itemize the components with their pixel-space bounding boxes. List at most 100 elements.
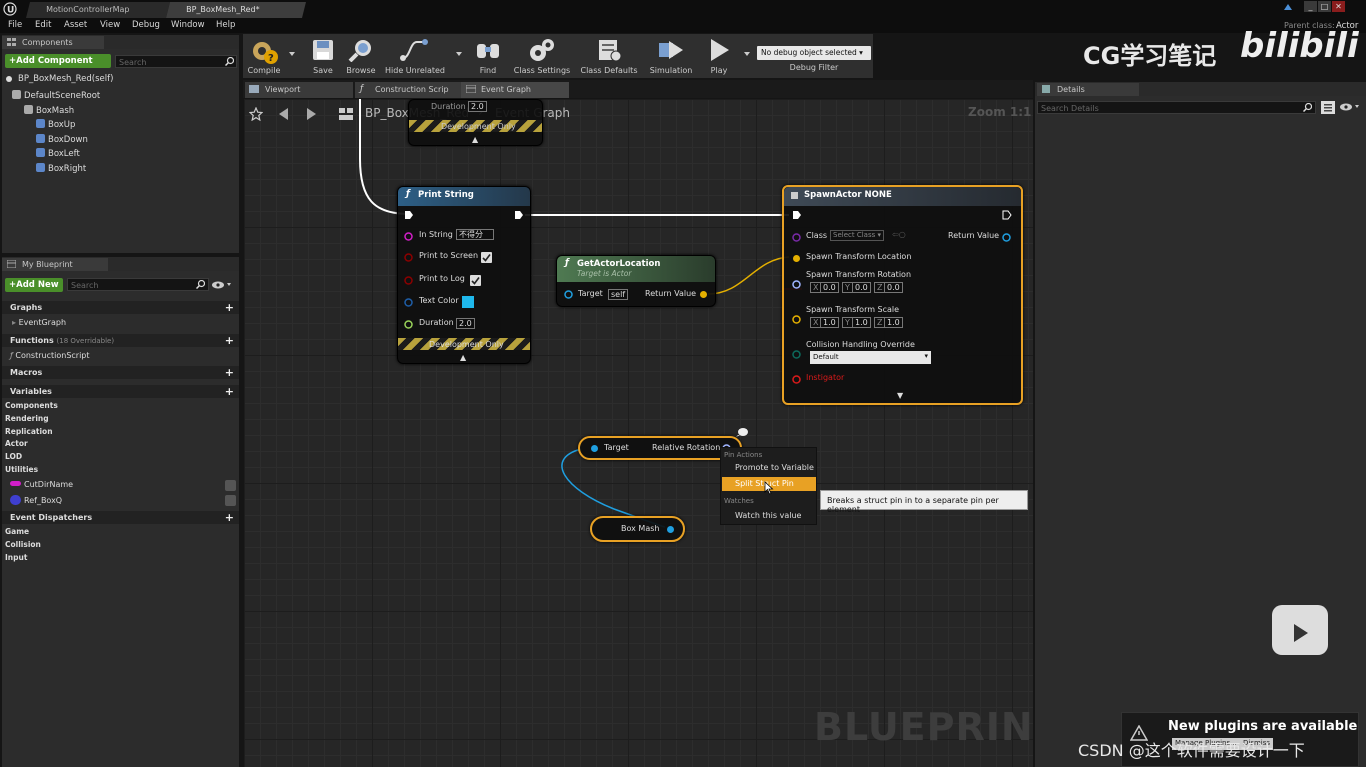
variable-item[interactable]: CutDirName <box>10 479 236 493</box>
in-string-value[interactable]: 不得分 <box>456 229 494 240</box>
component-item[interactable]: BoxLeft <box>36 148 80 159</box>
get-actor-location-node[interactable]: GetActorLocation Target is Actor ƒ Targe… <box>556 255 716 307</box>
object-out-pin-icon[interactable] <box>1002 233 1011 242</box>
relative-rotation-node[interactable]: Target Relative Rotation <box>578 436 742 460</box>
minimize-button[interactable]: _ <box>1304 1 1317 12</box>
actor-pin-icon[interactable] <box>792 375 801 384</box>
exec-out-pin-icon[interactable] <box>1002 210 1012 220</box>
color-pin-icon[interactable] <box>404 298 413 307</box>
graphs-category[interactable]: Graphs + <box>2 301 239 314</box>
x-value-field[interactable]: 1.0 <box>820 317 839 328</box>
details-search-input[interactable]: Search Details <box>1037 101 1316 114</box>
collapse-arrow-icon[interactable]: ▼ <box>897 391 903 400</box>
variable-visibility-icon[interactable] <box>225 494 236 506</box>
variable-category[interactable]: Replication <box>5 427 53 436</box>
menu-window[interactable]: Window <box>171 20 205 30</box>
partial-duration-value[interactable]: 2.0 <box>468 101 487 112</box>
window-tab-motioncontrollermap[interactable]: MotionControllerMap <box>26 2 170 18</box>
component-item[interactable]: BoxDown <box>36 133 88 145</box>
dispatcher-category[interactable]: Collision <box>5 540 41 549</box>
promote-to-variable-item[interactable]: Promote to Variable <box>721 461 816 475</box>
find-button[interactable]: Find <box>469 34 507 78</box>
close-button[interactable]: ✕ <box>1332 1 1345 12</box>
browse-class-icon[interactable]: ⇦○ <box>892 230 906 239</box>
event-dispatchers-category[interactable]: Event Dispatchers + <box>2 511 239 524</box>
variable-category[interactable]: Utilities <box>5 465 38 474</box>
print-to-screen-checkbox[interactable] <box>481 252 492 263</box>
menu-edit[interactable]: Edit <box>35 20 51 30</box>
box-mash-node[interactable]: Box Mash <box>590 516 685 542</box>
eye-view-options-icon[interactable] <box>212 281 232 289</box>
hide-unrelated-dropdown-icon[interactable] <box>456 52 462 58</box>
string-pin-icon[interactable] <box>404 232 413 241</box>
z-value-field[interactable]: 1.0 <box>884 317 903 328</box>
menu-debug[interactable]: Debug <box>132 20 160 30</box>
print-string-node[interactable]: Print String ƒ In String 不得分 Print to Sc… <box>397 186 531 364</box>
eventgraph-item[interactable]: ▸ EventGraph <box>12 318 66 327</box>
add-function-button[interactable]: + <box>225 334 234 347</box>
my-blueprint-tab[interactable]: My Blueprint <box>2 258 108 271</box>
object-out-pin-icon[interactable] <box>666 525 675 534</box>
self-item[interactable]: BP_BoxMesh_Red(self) <box>18 74 113 84</box>
dispatcher-category[interactable]: Game <box>5 527 29 536</box>
details-tab[interactable]: Details <box>1037 83 1139 96</box>
eye-view-options-icon[interactable] <box>1340 103 1360 111</box>
expand-arrow-icon[interactable]: ▲ <box>472 135 478 144</box>
partial-print-node[interactable]: Duration 2.0 Development Only ▲ <box>408 99 543 146</box>
unreal-logo-icon[interactable]: U <box>3 2 17 16</box>
grid-view-button[interactable] <box>1321 101 1335 114</box>
expand-arrow-icon[interactable]: ▲ <box>460 353 466 362</box>
menu-file[interactable]: File <box>8 20 22 30</box>
exec-in-pin-icon[interactable] <box>792 210 802 220</box>
add-graph-button[interactable]: + <box>225 301 234 314</box>
event-graph-canvas[interactable]: BP_BoxMesh_Red › Event Graph Zoom 1:1 Du… <box>244 99 1033 767</box>
menu-view[interactable]: View <box>100 20 120 30</box>
vector-pin-icon[interactable] <box>699 290 708 299</box>
dispatcher-category[interactable]: Input <box>5 553 27 562</box>
variables-category[interactable]: Variables + <box>2 385 239 398</box>
add-macro-button[interactable]: + <box>225 366 234 379</box>
compile-dropdown-icon[interactable] <box>289 52 295 58</box>
rotator-pin-icon[interactable] <box>792 280 801 289</box>
macros-category[interactable]: Macros + <box>2 366 239 379</box>
functions-category[interactable]: Functions (18 Overridable) + <box>2 334 239 347</box>
class-defaults-button[interactable]: Class Defaults <box>577 34 641 78</box>
menu-help[interactable]: Help <box>216 20 235 30</box>
class-settings-button[interactable]: Class Settings <box>511 34 573 78</box>
bool-pin-icon[interactable] <box>404 276 413 285</box>
object-pin-icon[interactable] <box>564 290 573 299</box>
browse-button[interactable]: Browse <box>343 34 379 78</box>
target-self-value[interactable]: self <box>608 289 629 300</box>
play-dropdown-icon[interactable] <box>744 52 750 58</box>
component-item[interactable]: DefaultSceneRoot <box>12 90 100 101</box>
compile-button[interactable]: ? Compile <box>245 34 283 78</box>
vector-pin-icon[interactable] <box>792 315 801 324</box>
variable-category[interactable]: Rendering <box>5 414 49 423</box>
x-value-field[interactable]: 0.0 <box>820 282 839 293</box>
variable-category[interactable]: LOD <box>5 452 22 461</box>
add-dispatcher-button[interactable]: + <box>225 511 234 524</box>
add-component-button[interactable]: +Add Component <box>5 54 111 68</box>
watch-this-value-item[interactable]: Watch this value <box>721 509 816 523</box>
notification-icon[interactable] <box>1283 3 1293 13</box>
comment-bubble-icon[interactable] <box>735 427 749 437</box>
menu-asset[interactable]: Asset <box>64 20 87 30</box>
spawn-actor-node[interactable]: SpawnActor NONE Class Select Class ▾ ⇦○ … <box>782 185 1023 405</box>
print-to-log-checkbox[interactable] <box>470 275 481 286</box>
blueprint-search-input[interactable]: Search <box>67 278 209 291</box>
duration-value[interactable]: 2.0 <box>456 318 475 329</box>
variable-item[interactable]: Ref_BoxQ <box>10 494 236 508</box>
debug-object-dropdown[interactable]: No debug object selected ▾ <box>757 46 871 60</box>
variable-visibility-icon[interactable] <box>225 479 236 491</box>
maximize-button[interactable]: □ <box>1318 1 1331 12</box>
component-item[interactable]: BoxUp <box>36 119 75 130</box>
simulation-button[interactable]: Simulation <box>647 34 695 78</box>
variable-category[interactable]: Actor <box>5 439 28 448</box>
object-pin-icon[interactable] <box>590 444 599 453</box>
collision-dropdown[interactable]: Default ▾ <box>810 351 931 364</box>
exec-out-pin-icon[interactable] <box>514 210 524 220</box>
viewport-tab[interactable]: Viewport <box>245 82 353 98</box>
components-tab[interactable]: Components <box>2 36 104 49</box>
vector-pin-icon[interactable] <box>792 254 801 263</box>
exec-in-pin-icon[interactable] <box>404 210 414 220</box>
